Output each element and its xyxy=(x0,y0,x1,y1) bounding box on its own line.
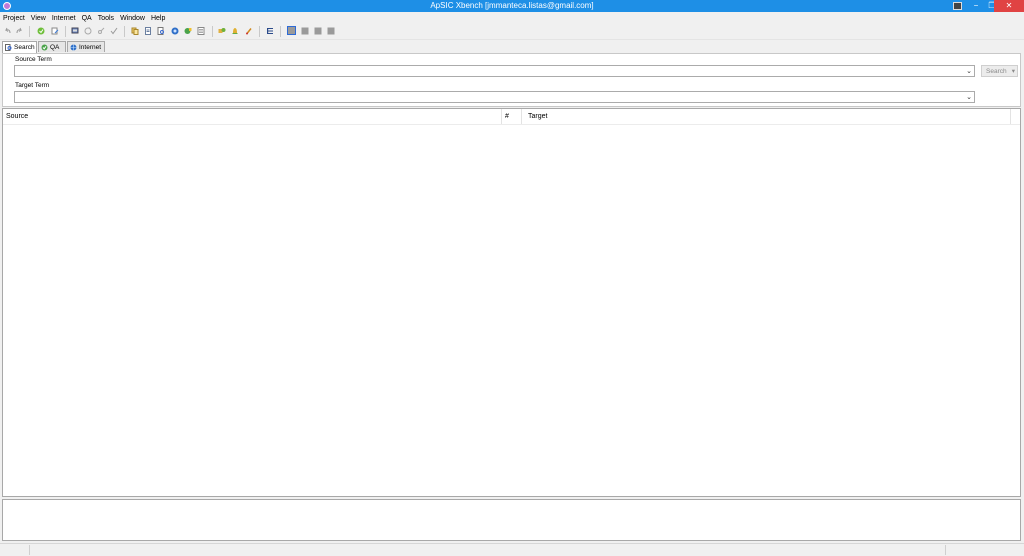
chevron-down-icon[interactable]: ⌄ xyxy=(966,66,972,77)
export-icon[interactable] xyxy=(51,27,59,35)
refresh-icon[interactable] xyxy=(84,27,92,35)
menu-project[interactable]: Project xyxy=(0,13,28,24)
status-divider xyxy=(29,545,30,555)
toolbar-separator xyxy=(65,26,66,37)
tab-search[interactable]: Search xyxy=(2,41,37,53)
qa-check-icon[interactable] xyxy=(184,27,192,35)
toolbar-separator xyxy=(124,26,125,37)
list-view-icon[interactable] xyxy=(266,27,274,35)
toolbar xyxy=(0,25,1024,40)
toolbar-separator xyxy=(280,26,281,37)
title-bar: ApSIC Xbench [jmmanteca.listas@gmail.com… xyxy=(0,0,1024,12)
redo-icon[interactable] xyxy=(15,27,23,35)
menu-window[interactable]: Window xyxy=(117,13,148,24)
source-term-input[interactable]: ⌄ xyxy=(14,65,975,77)
search-button-label: Search xyxy=(986,68,1007,75)
column-header-number[interactable]: # xyxy=(502,109,522,124)
taskbar-thumbnail-icon[interactable] xyxy=(953,2,962,10)
search-options-icon[interactable]: ▾ xyxy=(1012,66,1015,77)
open-project-icon[interactable] xyxy=(37,27,45,35)
qa-icon xyxy=(41,44,48,51)
menu-internet[interactable]: Internet xyxy=(49,13,79,24)
undo-icon[interactable] xyxy=(4,27,12,35)
menu-bar: Project View Internet QA Tools Window Help xyxy=(0,13,1024,24)
layout-2-icon[interactable] xyxy=(301,27,309,35)
tab-qa[interactable]: QA xyxy=(38,41,66,52)
toolbar-separator xyxy=(29,26,30,37)
results-list[interactable]: Source # Target xyxy=(2,108,1021,497)
source-term-label: Source Term xyxy=(15,56,52,63)
checklist-icon[interactable] xyxy=(197,27,205,35)
status-bar xyxy=(0,543,1024,556)
target-term-label: Target Term xyxy=(15,82,50,89)
layout-1-icon[interactable] xyxy=(287,26,296,35)
menu-qa[interactable]: QA xyxy=(79,13,95,24)
chevron-down-icon[interactable]: ⌄ xyxy=(966,92,972,103)
status-divider xyxy=(945,545,946,555)
bell-icon[interactable] xyxy=(231,27,239,35)
layout-3-icon[interactable] xyxy=(314,27,322,35)
browser-search-icon[interactable] xyxy=(171,27,179,35)
copy-icon[interactable] xyxy=(131,27,139,35)
menu-view[interactable]: View xyxy=(28,13,49,24)
results-header: Source # Target xyxy=(3,109,1020,125)
tab-label: QA xyxy=(50,44,60,51)
toolbar-separator xyxy=(259,26,260,37)
toolbar-separator xyxy=(212,26,213,37)
search-icon xyxy=(5,44,12,51)
preview-pane[interactable] xyxy=(2,499,1021,541)
find-document-icon[interactable] xyxy=(157,27,165,35)
tab-label: Search xyxy=(14,44,35,51)
check-icon[interactable] xyxy=(110,27,118,35)
menu-tools[interactable]: Tools xyxy=(95,13,117,24)
close-button[interactable]: ✕ xyxy=(994,0,1024,12)
key-icon[interactable] xyxy=(97,27,105,35)
layout-4-icon[interactable] xyxy=(327,27,335,35)
project-properties-icon[interactable] xyxy=(71,27,79,35)
search-button[interactable]: Search ▾ xyxy=(981,65,1018,77)
tab-internet[interactable]: Internet xyxy=(67,41,105,52)
glossary-icon[interactable] xyxy=(218,27,226,35)
window-title: ApSIC Xbench [jmmanteca.listas@gmail.com… xyxy=(430,1,594,10)
target-term-input[interactable]: ⌄ xyxy=(14,91,975,103)
globe-icon xyxy=(70,44,77,51)
edit-icon[interactable] xyxy=(245,27,253,35)
document-icon[interactable] xyxy=(144,27,152,35)
menu-help[interactable]: Help xyxy=(148,13,168,24)
column-header-target[interactable]: Target xyxy=(522,109,1011,124)
search-panel: Source Term ⌄ Search ▾ Target Term ⌄ xyxy=(2,53,1021,107)
tab-label: Internet xyxy=(79,44,102,51)
column-header-source[interactable]: Source xyxy=(3,109,502,124)
